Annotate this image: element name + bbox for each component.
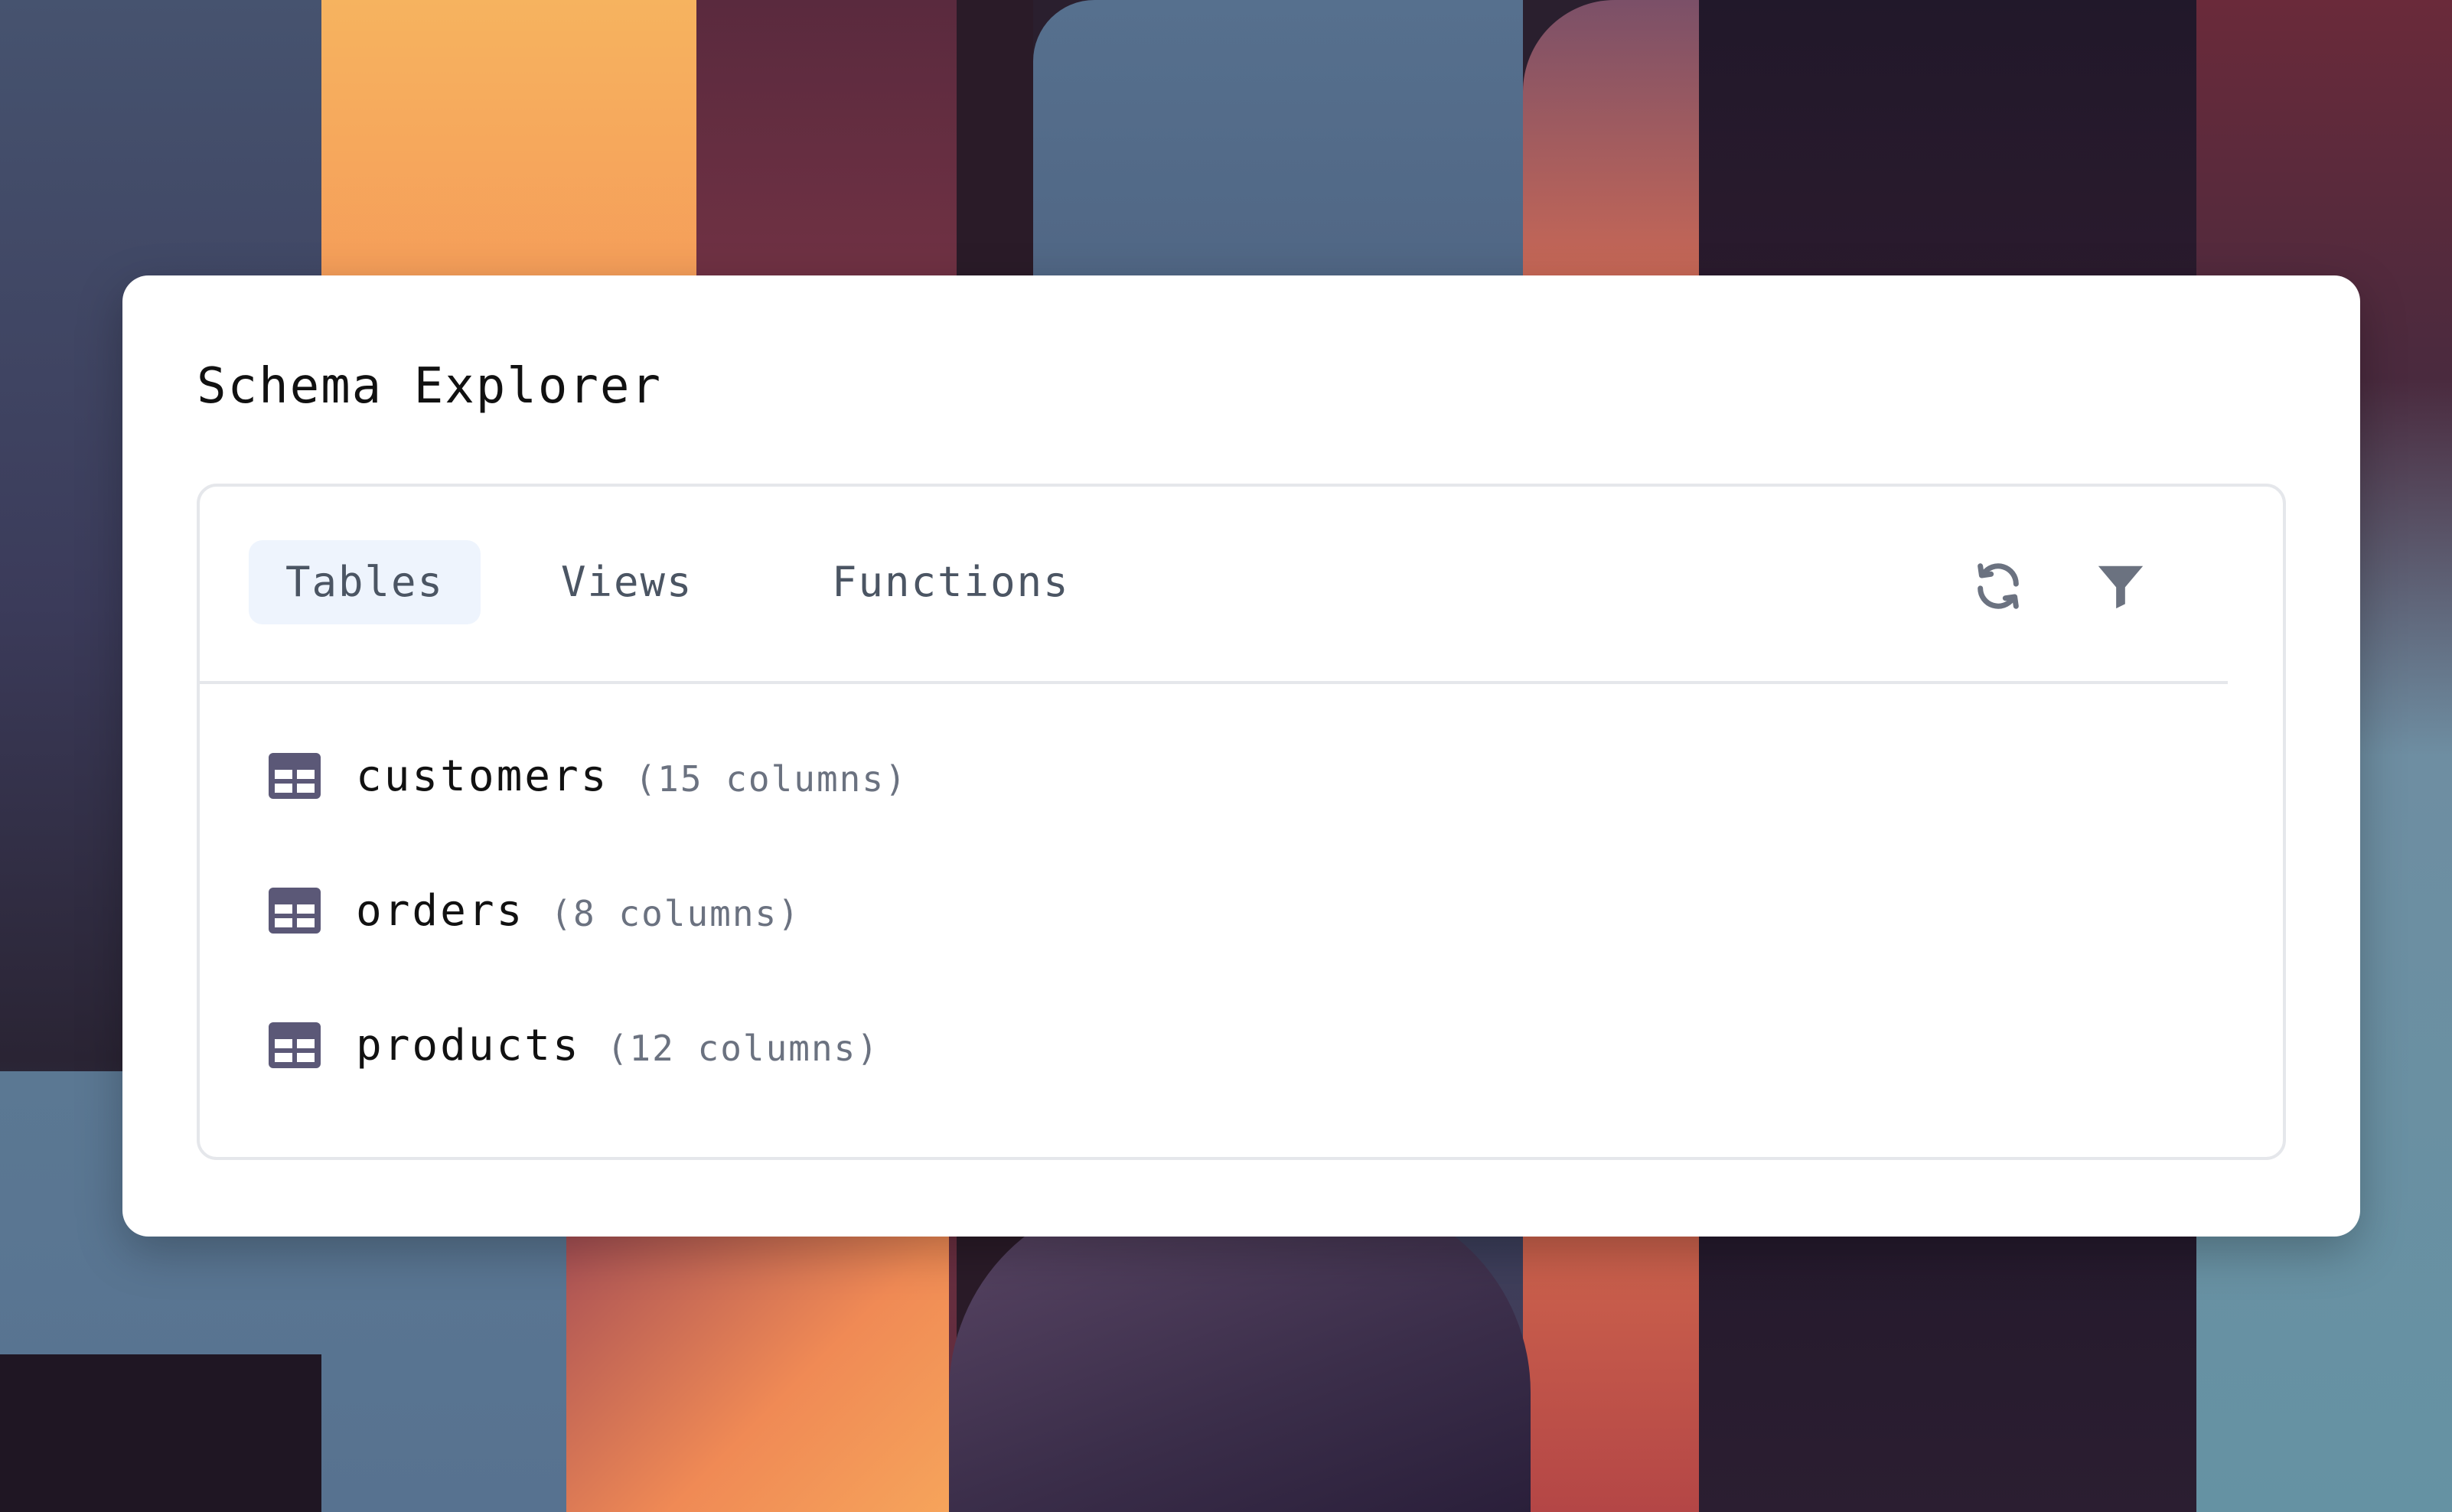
list-item[interactable]: products (12 columns) [269, 999, 879, 1091]
refresh-icon [1978, 563, 2019, 609]
table-name: products [356, 1020, 581, 1070]
table-name: orders [356, 885, 525, 936]
filter-button[interactable] [2090, 556, 2151, 617]
column-count: (8 columns) [550, 893, 800, 934]
schema-explorer-card: Schema Explorer Tables Views Functions c… [122, 275, 2360, 1237]
tab-tables[interactable]: Tables [249, 540, 481, 624]
table-icon [269, 888, 321, 934]
background-shape [0, 1354, 321, 1512]
column-count: (15 columns) [634, 758, 908, 800]
table-icon [269, 753, 321, 799]
refresh-button[interactable] [1968, 556, 2029, 617]
column-count: (12 columns) [606, 1028, 880, 1069]
list-item[interactable]: orders (8 columns) [269, 865, 800, 956]
explorer-panel: Tables Views Functions customers (15 col… [197, 484, 2286, 1160]
background-shape [1699, 1194, 2196, 1512]
tab-views[interactable]: Views [524, 540, 730, 624]
table-name: customers [356, 751, 609, 801]
tab-functions[interactable]: Functions [795, 540, 1107, 624]
tab-bar: Tables Views Functions [200, 487, 2228, 684]
list-item[interactable]: customers (15 columns) [269, 730, 908, 822]
table-icon [269, 1022, 321, 1068]
filter-icon [2098, 565, 2144, 609]
page-title: Schema Explorer [197, 358, 662, 415]
background-shape [949, 1194, 1531, 1512]
background-shape [566, 1194, 949, 1512]
